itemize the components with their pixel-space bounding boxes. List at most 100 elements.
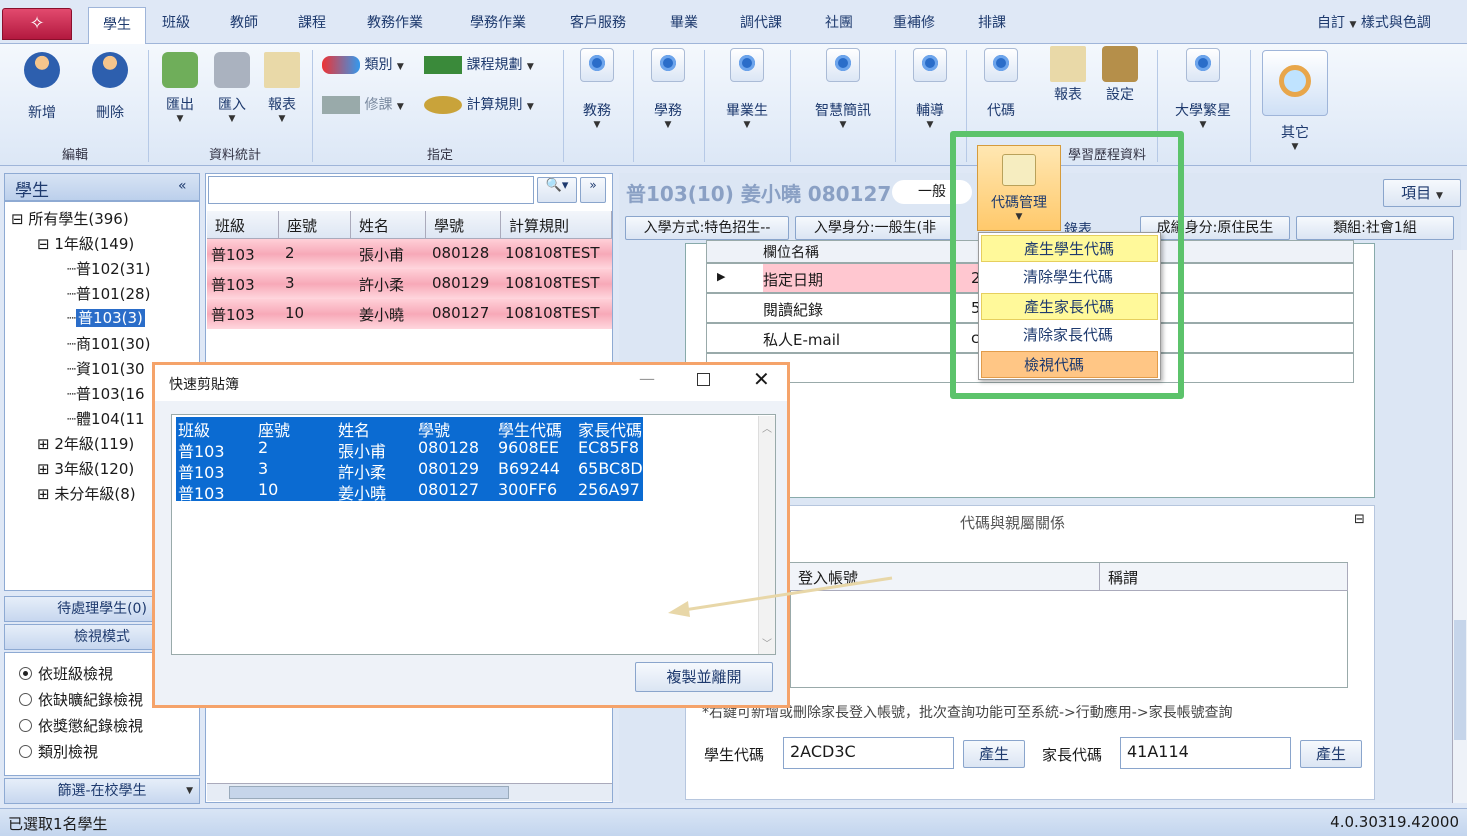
divider	[312, 50, 313, 162]
tree-node-class[interactable]: ┈體104(11	[67, 408, 145, 429]
advanced-search-button[interactable]: »	[580, 177, 606, 203]
items-button[interactable]: 項目 ▼	[1383, 179, 1461, 207]
graduate-button[interactable]: 畢業生 ▼	[716, 48, 778, 130]
tree-node-class[interactable]: ┈普103(16	[67, 383, 145, 404]
version-text: 4.0.30319.42000	[1330, 813, 1459, 831]
collapse-panel-button[interactable]: «	[178, 178, 187, 194]
tab-club[interactable]: 社團	[825, 12, 853, 32]
radio-by-class[interactable]: 依班級檢視	[19, 663, 113, 684]
clipboard-line: 普103 10 姜小曉 080127 300FF6 256A97	[176, 480, 643, 503]
code-button[interactable]: 代碼	[978, 48, 1024, 120]
tab-teacher[interactable]: 教師	[230, 12, 258, 32]
add-student-button[interactable]: 新增	[18, 52, 66, 122]
left-panel-header: 學生	[4, 173, 200, 201]
tab-schedule[interactable]: 排課	[978, 12, 1006, 32]
down-arrow-icon	[651, 48, 685, 82]
student-code-field[interactable]: 2ACD3C	[783, 737, 954, 769]
divider	[704, 50, 705, 162]
col-rule[interactable]: 計算規則	[501, 211, 612, 239]
settings-button[interactable]: 設定	[1100, 46, 1140, 104]
parent-code-field[interactable]: 41A114	[1120, 737, 1291, 769]
tag-icon	[322, 56, 360, 74]
category-button[interactable]: 類別 ▼	[322, 54, 404, 74]
tree-node-all[interactable]: ⊟ 所有學生(396)	[11, 208, 129, 229]
tree-node-grade1[interactable]: ⊟ 1年級(149)	[37, 233, 134, 254]
tree-node-grade2[interactable]: ⊞ 2年級(119)	[37, 433, 134, 454]
horizontal-scrollbar[interactable]	[207, 783, 612, 801]
clipboard-line: 普103 2 張小甫 080128 9608EE EC85F8	[176, 438, 643, 461]
elective-button[interactable]: 修課 ▼	[322, 94, 404, 114]
tab-student-affairs[interactable]: 學務作業	[470, 12, 526, 32]
detail-header: 普103(10) 姜小曉 080127	[626, 182, 892, 206]
report-button[interactable]: 報表 ▼	[262, 52, 302, 124]
tree-node-unassigned[interactable]: ⊞ 未分年級(8)	[37, 483, 136, 504]
custom-menu[interactable]: 自訂 ▼ 樣式與色調	[1317, 12, 1431, 32]
dialog-title: 快速剪貼簿	[169, 377, 239, 393]
vertical-scrollbar[interactable]	[1452, 250, 1467, 803]
tree-node-class-selected[interactable]: ┈ 普103(3)	[67, 307, 145, 328]
chevron-right-icon: »	[589, 178, 597, 192]
tab-graduation[interactable]: 畢業	[670, 12, 698, 32]
generate-student-code-button[interactable]: 產生	[963, 740, 1025, 768]
app-menu-button[interactable]: ✧	[2, 8, 72, 40]
calc-rule-button[interactable]: 計算規則 ▼	[424, 94, 534, 114]
tree-node-class[interactable]: ┈商101(30)	[67, 333, 150, 354]
radio-by-category[interactable]: 類別檢視	[19, 741, 98, 762]
tree-node-grade3[interactable]: ⊞ 3年級(120)	[37, 458, 134, 479]
highlight-box	[950, 131, 1184, 399]
group-stats-label: 資料統計	[208, 148, 261, 163]
filter-dropdown[interactable]: 篩選-在校學生 ▼	[4, 778, 200, 804]
guidance-button[interactable]: 輔導 ▼	[907, 48, 953, 130]
col-id[interactable]: 學號	[426, 211, 501, 239]
student-affairs-button[interactable]: 學務 ▼	[645, 48, 691, 130]
divider	[563, 50, 564, 162]
tab-academic-ops[interactable]: 教務作業	[367, 12, 423, 32]
col-class[interactable]: 班級	[207, 211, 279, 239]
tree-node-class[interactable]: ┈資101(30	[67, 358, 145, 379]
radio-by-merit[interactable]: 依獎懲紀錄檢視	[19, 715, 143, 736]
col-name[interactable]: 姓名	[351, 211, 426, 239]
down-arrow-icon	[984, 48, 1018, 82]
down-arrow-icon	[826, 48, 860, 82]
student-code-label: 學生代碼	[704, 746, 765, 764]
search-button[interactable]: 🔍▾	[537, 177, 577, 203]
tree-node-class[interactable]: ┈普102(31)	[67, 258, 150, 279]
report2-button[interactable]: 報表	[1046, 46, 1090, 104]
table-row[interactable]: 普103 2 張小甫 080128 108108TEST	[207, 239, 612, 269]
generate-parent-code-button[interactable]: 產生	[1300, 740, 1362, 768]
calculator-icon	[424, 96, 462, 114]
other-button[interactable]: 其它 ▼	[1260, 50, 1330, 152]
down-arrow-icon	[1186, 48, 1220, 82]
group-assign-label: 指定	[426, 148, 453, 163]
tab-course[interactable]: 課程	[298, 12, 326, 32]
tree-node-class[interactable]: ┈普101(28)	[67, 283, 150, 304]
import-button[interactable]: 匯入 ▼	[214, 52, 250, 124]
export-icon	[162, 52, 198, 88]
tab-retake[interactable]: 重補修	[893, 12, 935, 32]
collapse-icon[interactable]: ⊟	[1354, 512, 1365, 527]
col-seat[interactable]: 座號	[279, 211, 351, 239]
tab-customer-service[interactable]: 客戶服務	[570, 12, 626, 32]
academic-button[interactable]: 教務 ▼	[574, 48, 620, 130]
divider	[1250, 50, 1251, 162]
university-star-button[interactable]: 大學繁星 ▼	[1168, 48, 1238, 130]
search-icon: 🔍▾	[545, 178, 569, 193]
table-row[interactable]: 普103 3 許小柔 080129 108108TEST	[207, 269, 612, 299]
tab-class[interactable]: 班級	[162, 12, 190, 32]
delete-student-button[interactable]: 刪除	[86, 52, 134, 122]
close-icon[interactable]: ✕	[753, 367, 770, 391]
course-plan-button[interactable]: 課程規劃 ▼	[424, 54, 534, 74]
copy-and-close-button[interactable]: 複製並離開	[635, 662, 773, 692]
tab-student[interactable]: 學生	[88, 7, 146, 45]
col-title[interactable]: 稱謂	[1100, 563, 1348, 591]
tab-substitute[interactable]: 調代課	[740, 12, 782, 32]
smart-message-button[interactable]: 智慧簡訊 ▼	[803, 48, 883, 130]
section-title: 代碼與親屬關係	[960, 514, 1066, 532]
ribbon-tab-bar	[0, 0, 1467, 44]
export-button[interactable]: 匯出 ▼	[162, 52, 198, 124]
search-input[interactable]	[208, 176, 534, 204]
minimize-icon[interactable]: —	[639, 369, 655, 388]
maximize-icon[interactable]	[697, 373, 710, 386]
radio-by-absence[interactable]: 依缺曠紀錄檢視	[19, 689, 143, 710]
table-row[interactable]: 普103 10 姜小曉 080127 108108TEST	[207, 299, 612, 329]
